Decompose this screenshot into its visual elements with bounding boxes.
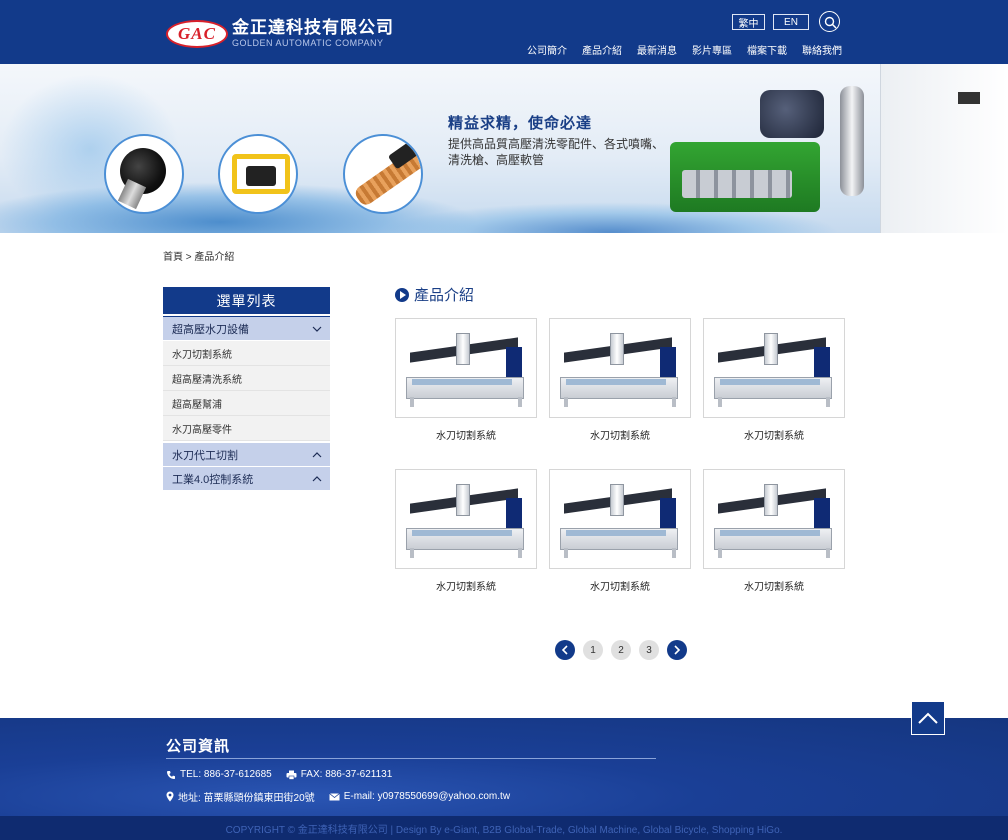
prev-page-button[interactable]: [555, 640, 575, 660]
footer-divider: [166, 758, 656, 759]
product-image[interactable]: [703, 318, 845, 418]
page-1-button[interactable]: 1: [583, 640, 603, 660]
product-card[interactable]: 水刀切割系統: [395, 318, 537, 442]
lang-en-button[interactable]: EN: [773, 14, 809, 30]
sidebar-item-high-pressure-cleaning[interactable]: 超高壓清洗系統: [163, 366, 330, 391]
logo-mark: GAC: [166, 19, 228, 48]
nav-products[interactable]: 產品介紹: [582, 42, 622, 57]
copyright-bar: COPYRIGHT © 金正達科技有限公司 | Design By e-Gian…: [0, 816, 1008, 840]
pagination: 1 2 3: [555, 640, 687, 660]
product-card[interactable]: 水刀切割系統: [395, 469, 537, 593]
chevron-up-icon: [918, 712, 938, 724]
contact-address-text: 地址: 苗栗縣頭份鎮東田街20號: [178, 793, 315, 804]
sidebar-item-high-pressure-pump[interactable]: 超高壓幫浦: [163, 391, 330, 416]
chevron-right-icon: [674, 645, 681, 655]
fax-icon: [286, 770, 297, 780]
contact-address-row: 地址: 苗栗縣頭份鎮東田街20號 E-mail: y0978550699@yah…: [166, 789, 516, 804]
sidebar-category-waterjet-oem[interactable]: 水刀代工切割: [163, 443, 330, 467]
product-image[interactable]: [703, 469, 845, 569]
sidebar-item-waterjet-cutting[interactable]: 水刀切割系統: [163, 341, 330, 366]
contact-email[interactable]: E-mail: y0978550699@yahoo.com.tw: [328, 791, 510, 802]
nav-downloads[interactable]: 檔案下載: [747, 42, 787, 57]
product-name[interactable]: 水刀切割系統: [549, 427, 691, 442]
site-header: GAC 金正達科技有限公司 GOLDEN AUTOMATIC COMPANY 繁…: [0, 0, 1008, 64]
contact-tel-text: TEL: 886-37-612685: [180, 769, 272, 780]
pump-frame-product-image: [218, 134, 298, 214]
high-pressure-machine-image: [660, 82, 864, 222]
nav-contact[interactable]: 聯絡我們: [802, 42, 842, 57]
nav-about[interactable]: 公司簡介: [527, 42, 567, 57]
product-card[interactable]: 水刀切割系統: [549, 318, 691, 442]
product-name[interactable]: 水刀切割系統: [395, 427, 537, 442]
search-icon: [824, 16, 837, 29]
breadcrumb[interactable]: 首頁 > 產品介紹: [163, 248, 234, 263]
sidebar-menu: 超高壓水刀設備 水刀切割系統 超高壓清洗系統 超高壓幫浦 水刀高壓零件 水刀代工…: [163, 317, 330, 491]
contact-address: 地址: 苗栗縣頭份鎮東田街20號: [166, 789, 315, 804]
banner-description-line2: 清洗槍、高壓軟管: [448, 153, 545, 167]
contact-fax-text: FAX: 886-37-621131: [300, 769, 393, 780]
product-name[interactable]: 水刀切割系統: [703, 427, 845, 442]
product-image[interactable]: [395, 318, 537, 418]
contact-phone-row: TEL: 886-37-612685 FAX: 886-37-621131: [166, 769, 398, 780]
company-logo[interactable]: GAC 金正達科技有限公司 GOLDEN AUTOMATIC COMPANY: [166, 18, 394, 49]
product-image[interactable]: [549, 469, 691, 569]
footer-title: 公司資訊: [166, 738, 231, 755]
sidebar-item-waterjet-parts[interactable]: 水刀高壓零件: [163, 416, 330, 441]
product-name[interactable]: 水刀切割系統: [395, 578, 537, 593]
banner-description-line1: 提供高品質高壓清洗零配件、各式噴嘴、: [448, 137, 665, 151]
back-to-top-button[interactable]: [911, 701, 945, 735]
lang-zh-button[interactable]: 繁中: [732, 14, 765, 30]
location-pin-icon: [166, 791, 174, 802]
page-3-button[interactable]: 3: [639, 640, 659, 660]
contact-tel: TEL: 886-37-612685: [166, 769, 272, 780]
product-image[interactable]: [395, 469, 537, 569]
nozzle-product-image: [104, 134, 184, 214]
play-circle-icon: [395, 287, 409, 302]
sidebar-category-label: 水刀代工切割: [172, 449, 238, 462]
hose-product-image: [343, 134, 423, 214]
sidebar-category-waterjet-equipment[interactable]: 超高壓水刀設備: [163, 317, 330, 341]
company-name-cn: 金正達科技有限公司: [232, 18, 394, 37]
nav-news[interactable]: 最新消息: [637, 42, 677, 57]
logo-text: 金正達科技有限公司 GOLDEN AUTOMATIC COMPANY: [232, 18, 394, 49]
control-cabinet-image: [880, 64, 1008, 233]
product-name[interactable]: 水刀切割系統: [549, 578, 691, 593]
sidebar-heading: 選單列表: [163, 287, 330, 317]
page-2-button[interactable]: 2: [611, 640, 631, 660]
copyright-text: COPYRIGHT © 金正達科技有限公司 | Design By e-Gian…: [225, 824, 783, 836]
next-page-button[interactable]: [667, 640, 687, 660]
chevron-down-icon: [312, 326, 322, 332]
chevron-up-icon: [312, 451, 322, 457]
search-button[interactable]: [819, 11, 840, 32]
contact-fax: FAX: 886-37-621131: [286, 769, 393, 780]
page-title: 產品介紹: [395, 284, 474, 305]
product-image[interactable]: [549, 318, 691, 418]
page-title-text: 產品介紹: [414, 287, 475, 304]
banner-slogan: 精益求精，使命必達: [448, 115, 593, 132]
product-card[interactable]: 水刀切割系統: [703, 318, 845, 442]
chevron-up-icon: [312, 475, 322, 481]
contact-email-text[interactable]: E-mail: y0978550699@yahoo.com.tw: [344, 791, 510, 802]
product-name[interactable]: 水刀切割系統: [703, 578, 845, 593]
mail-icon: [328, 792, 340, 800]
phone-icon: [167, 770, 175, 779]
chevron-left-icon: [561, 645, 568, 655]
nav-videos[interactable]: 影片專區: [692, 42, 732, 57]
company-name-en: GOLDEN AUTOMATIC COMPANY: [232, 38, 384, 48]
product-card[interactable]: 水刀切割系統: [703, 469, 845, 593]
sidebar-category-label: 工業4.0控制系統: [172, 473, 254, 486]
product-card[interactable]: 水刀切割系統: [549, 469, 691, 593]
main-nav: 公司簡介 產品介紹 最新消息 影片專區 檔案下載 聯絡我們: [527, 42, 842, 57]
sidebar-category-industry-control[interactable]: 工業4.0控制系統: [163, 467, 330, 491]
sidebar-category-label: 超高壓水刀設備: [172, 323, 249, 336]
